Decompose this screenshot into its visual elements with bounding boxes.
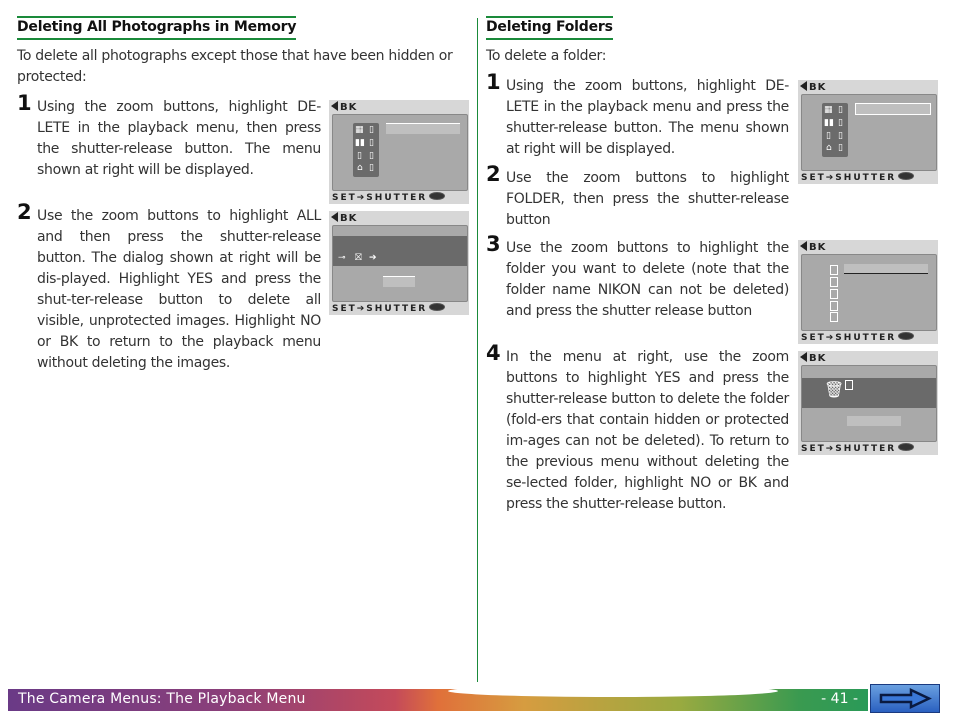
- screen-footer: SET➔SHUTTER: [801, 332, 915, 343]
- screen-footer: SET➔SHUTTER: [332, 303, 446, 314]
- dialog-band: ⊸ ⛝ ➔: [333, 236, 467, 266]
- folder-icon: [830, 301, 838, 311]
- step-number: 1: [17, 91, 32, 115]
- trash-icon: ▯: [369, 163, 374, 173]
- highlighted-option: [847, 416, 901, 426]
- dialog-band: 🗑: [802, 378, 936, 408]
- thumbnail-icon: ▦: [824, 105, 833, 115]
- trash-icon: ▯: [838, 118, 843, 128]
- step-text: Using the zoom buttons, highlight DE-LET…: [37, 99, 321, 178]
- section-heading-delete-all: Deleting All Photographs in Memory: [17, 16, 297, 40]
- trash-icon: ▯: [838, 131, 843, 141]
- back-arrow-icon: [331, 101, 338, 111]
- step-2: 2 Use the zoom buttons to highlight FOLD…: [486, 164, 789, 231]
- column-divider: [477, 18, 478, 682]
- camera-screen-delete-menu: BK ▦ ▯ ▮▮ ▯ ▯ ▯ ⌂ ▯ SET➔SHUTTER: [798, 80, 938, 184]
- menu-icon-column: ▦ ▯ ▮▮ ▯ ▯ ▯ ⌂ ▯: [822, 103, 848, 157]
- folder-icon: [830, 312, 838, 322]
- shutter-button-icon: [429, 303, 446, 311]
- trash-icon: 🗑: [824, 380, 845, 399]
- menu-panel: ▦ ▯ ▮▮ ▯ ▯ ▯ ⌂ ▯: [801, 94, 937, 171]
- decorative-swoosh: [448, 685, 778, 697]
- back-arrow-icon: [800, 352, 807, 362]
- step-number: 2: [486, 162, 501, 186]
- section-title: The Camera Menus: The Playback Menu: [18, 691, 306, 707]
- trash-icon: ▯: [369, 138, 374, 148]
- step-text: Using the zoom buttons, highlight DE-LET…: [506, 78, 789, 157]
- camera-screen-folder-list: BK SET➔SHUTTER: [798, 240, 938, 344]
- intro-text: To delete all photographs except those t…: [17, 48, 453, 85]
- dialog-panel: 🗑: [801, 365, 937, 442]
- folder-icon: [830, 265, 838, 275]
- folder-icon: [845, 380, 853, 390]
- shutter-button-icon: [898, 443, 915, 451]
- folder-icon: ▯: [826, 131, 831, 141]
- step-number: 4: [486, 341, 501, 365]
- step-1: 1 Using the zoom buttons, highlight DE-L…: [17, 93, 321, 181]
- back-arrow-icon: [800, 241, 807, 251]
- screen-footer: SET➔SHUTTER: [332, 192, 446, 203]
- screen-footer: SET➔SHUTTER: [801, 443, 915, 454]
- step-text: Use the zoom buttons to highlight the fo…: [506, 240, 789, 319]
- step-4: 4 In the menu at right, use the zoom but…: [486, 343, 789, 515]
- step-text: Use the zoom buttons to highlight ALL an…: [37, 208, 321, 371]
- film-icon: ▮▮: [355, 138, 365, 148]
- back-tab: BK: [331, 212, 357, 224]
- screen-footer: SET➔SHUTTER: [801, 172, 915, 183]
- arrow-right-icon: ➔: [369, 253, 377, 263]
- thumbnail-icon: ▦: [355, 125, 364, 135]
- camera-screen-delete-menu: BK ▦ ▯ ▮▮ ▯ ▯ ▯ ⌂ ▯ SET➔SHUTTER: [329, 100, 469, 204]
- back-tab: BK: [800, 81, 826, 93]
- folder-icon: [830, 289, 838, 299]
- step-1: 1 Using the zoom buttons, highlight DE-L…: [486, 72, 789, 160]
- shutter-button-icon: [898, 332, 915, 340]
- section-heading-delete-folders: Deleting Folders: [486, 16, 613, 40]
- footer-bar: The Camera Menus: The Playback Menu - 41…: [8, 685, 868, 711]
- next-page-button[interactable]: [870, 684, 940, 713]
- back-tab: BK: [800, 352, 826, 364]
- highlighted-folder: [844, 264, 928, 274]
- trash-icon: ▯: [369, 125, 374, 135]
- folder-panel: [801, 254, 937, 331]
- camera-screen-delete-folder-dialog: BK 🗑 SET➔SHUTTER: [798, 351, 938, 455]
- folder-icon: ▯: [357, 151, 362, 161]
- step-number: 3: [486, 232, 501, 256]
- step-2: 2 Use the zoom buttons to highlight ALL …: [17, 202, 321, 374]
- print-icon: ⌂: [357, 163, 363, 173]
- step-3: 3 Use the zoom buttons to highlight the …: [486, 234, 789, 322]
- dialog-panel: ⊸ ⛝ ➔: [332, 225, 468, 302]
- trash-icon: ▯: [838, 105, 843, 115]
- page-number: - 41 -: [821, 691, 858, 707]
- film-icon: ▮▮: [824, 118, 834, 128]
- shutter-button-icon: [898, 172, 915, 180]
- back-tab: BK: [800, 241, 826, 253]
- step-text: Use the zoom buttons to highlight FOLDER…: [506, 170, 789, 228]
- step-text: In the menu at right, use the zoom butto…: [506, 349, 789, 512]
- highlighted-option: [386, 123, 460, 134]
- trash-icon: ▯: [838, 143, 843, 153]
- back-arrow-icon: [331, 212, 338, 222]
- intro-text: To delete a folder:: [486, 48, 607, 64]
- step-number: 1: [486, 70, 501, 94]
- menu-panel: ▦ ▯ ▮▮ ▯ ▯ ▯ ⌂ ▯: [332, 114, 468, 191]
- camera-screen-delete-all-dialog: BK ⊸ ⛝ ➔ SET➔SHUTTER: [329, 211, 469, 315]
- arrow-right-icon: [879, 688, 932, 709]
- folder-icon: [830, 277, 838, 287]
- hidden-image-icon: ⛝: [355, 253, 362, 263]
- highlighted-option: [855, 103, 931, 115]
- print-icon: ⌂: [826, 143, 832, 153]
- trash-icon: ▯: [369, 151, 374, 161]
- step-number: 2: [17, 200, 32, 224]
- key-icon: ⊸: [338, 253, 346, 263]
- menu-icon-column: ▦ ▯ ▮▮ ▯ ▯ ▯ ⌂ ▯: [353, 123, 379, 177]
- highlighted-option: [383, 276, 415, 287]
- back-tab: BK: [331, 101, 357, 113]
- shutter-button-icon: [429, 192, 446, 200]
- back-arrow-icon: [800, 81, 807, 91]
